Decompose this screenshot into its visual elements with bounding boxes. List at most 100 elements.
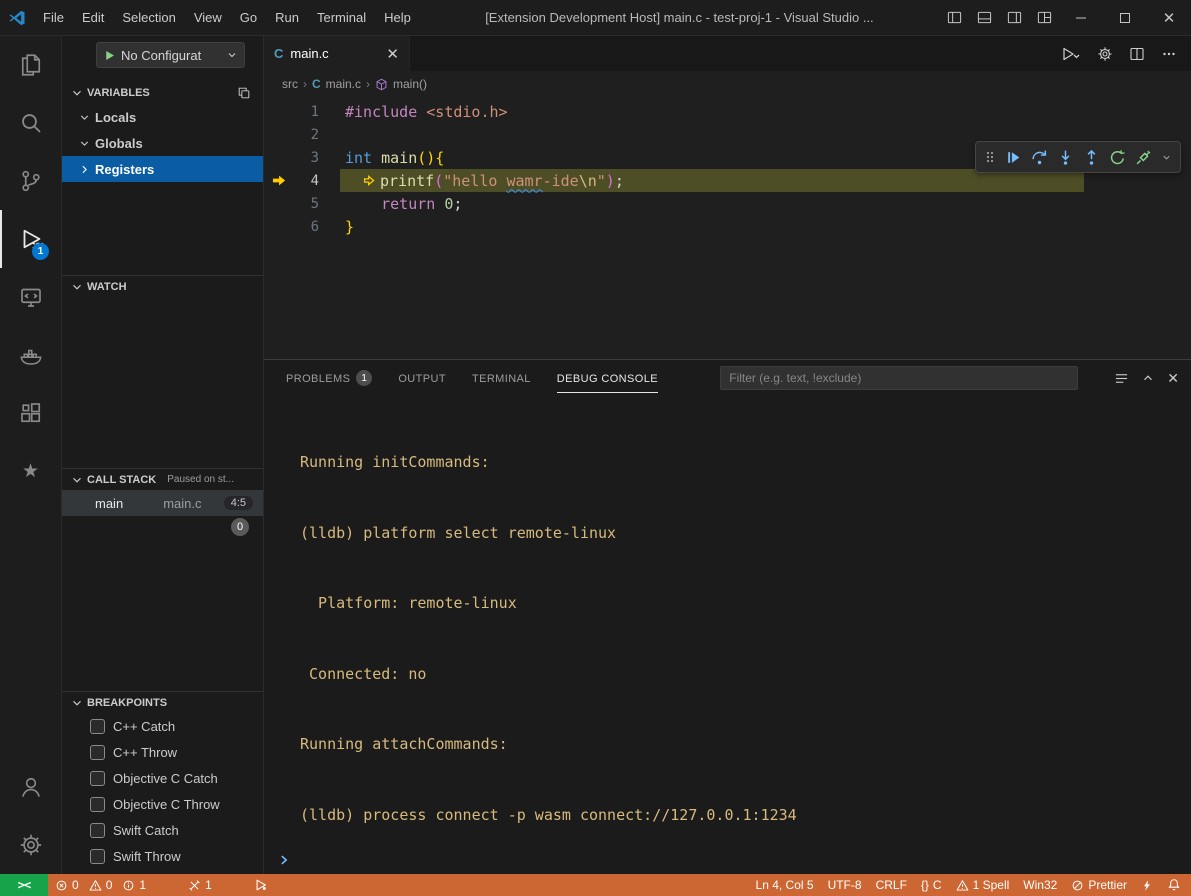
code-line: 1 #include <stdio.h> xyxy=(264,100,1191,123)
toggle-sidebar-icon[interactable] xyxy=(939,3,969,33)
breakpoint-checkbox[interactable] xyxy=(90,771,105,786)
breadcrumb-file[interactable]: main.c xyxy=(326,77,361,91)
toggle-panel-icon[interactable] xyxy=(969,3,999,33)
breakpoints-section-header[interactable]: BREAKPOINTS xyxy=(62,691,263,713)
settings-gear-icon[interactable] xyxy=(0,816,61,874)
inline-breakpoint-icon[interactable] xyxy=(363,174,376,187)
frame-name: main xyxy=(95,496,123,511)
debug-status-icon[interactable] xyxy=(247,874,275,896)
tab-close-icon[interactable]: ✕ xyxy=(386,45,399,63)
tab-main-c[interactable]: C main.c ✕ xyxy=(264,36,410,71)
menu-selection[interactable]: Selection xyxy=(113,6,184,29)
problems-status[interactable]: 0 0 1 xyxy=(48,874,153,896)
close-window-button[interactable]: ✕ xyxy=(1147,0,1191,35)
drag-grip-icon[interactable] xyxy=(984,149,996,165)
variables-scope-registers[interactable]: Registers xyxy=(62,156,263,182)
breakpoint-gutter[interactable]: 6 xyxy=(264,215,345,238)
step-over-icon[interactable] xyxy=(1031,149,1048,166)
breakpoint-label: Objective C Throw xyxy=(113,797,220,812)
breakpoint-checkbox[interactable] xyxy=(90,823,105,838)
menu-edit[interactable]: Edit xyxy=(73,6,113,29)
breakpoint-gutter[interactable]: 1 xyxy=(264,100,345,123)
explorer-icon[interactable] xyxy=(0,36,61,94)
breadcrumb-src[interactable]: src xyxy=(282,77,298,91)
split-editor-icon[interactable] xyxy=(1129,46,1145,62)
collapse-all-icon[interactable] xyxy=(237,86,251,100)
menu-go[interactable]: Go xyxy=(231,6,266,29)
debug-start-icon[interactable] xyxy=(103,49,116,62)
problems-count-badge: 1 xyxy=(356,370,372,386)
favorites-star-icon[interactable]: ★ xyxy=(0,442,61,500)
chevron-down-icon xyxy=(78,111,91,124)
maximize-button[interactable] xyxy=(1103,0,1147,35)
menu-view[interactable]: View xyxy=(185,6,231,29)
feedback-zap-icon[interactable] xyxy=(1134,874,1160,896)
debug-configuration-dropdown[interactable]: No Configurat xyxy=(96,42,245,68)
remote-explorer-icon[interactable] xyxy=(0,268,61,326)
tab-debug-console[interactable]: DEBUG CONSOLE xyxy=(557,360,658,396)
platform-status[interactable]: Win32 xyxy=(1016,874,1064,896)
docker-icon[interactable] xyxy=(0,326,61,384)
warning-icon xyxy=(89,879,102,892)
minimize-button[interactable] xyxy=(1059,0,1103,35)
code-editor[interactable]: 1 #include <stdio.h> 2 3 int main(){ xyxy=(264,97,1191,359)
cursor-position-status[interactable]: Ln 4, Col 5 xyxy=(749,874,821,896)
continue-icon[interactable] xyxy=(1005,149,1022,166)
menu-terminal[interactable]: Terminal xyxy=(308,6,375,29)
prettier-status[interactable]: Prettier xyxy=(1064,874,1134,896)
encoding-status[interactable]: UTF-8 xyxy=(821,874,869,896)
menu-run[interactable]: Run xyxy=(266,6,308,29)
breakpoint-checkbox[interactable] xyxy=(90,849,105,864)
breakpoint-gutter[interactable]: 3 xyxy=(264,146,345,169)
breakpoint-checkbox[interactable] xyxy=(90,797,105,812)
step-into-icon[interactable] xyxy=(1057,149,1074,166)
extensions-icon[interactable] xyxy=(0,384,61,442)
eol-status[interactable]: CRLF xyxy=(869,874,914,896)
c-file-icon: C xyxy=(274,46,283,61)
breakpoint-checkbox[interactable] xyxy=(90,719,105,734)
language-mode-status[interactable]: {} C xyxy=(914,874,949,896)
variables-section-header[interactable]: VARIABLES xyxy=(62,82,263,104)
breakpoint-gutter[interactable]: 4 xyxy=(264,169,345,192)
more-actions-icon[interactable] xyxy=(1161,46,1177,62)
tab-problems[interactable]: PROBLEMS 1 xyxy=(286,360,372,396)
clear-console-icon[interactable] xyxy=(1114,371,1129,386)
console-input-prompt-icon[interactable] xyxy=(277,853,291,867)
gear-icon[interactable] xyxy=(1097,46,1113,62)
close-panel-icon[interactable]: ✕ xyxy=(1167,370,1179,387)
breakpoint-gutter[interactable]: 2 xyxy=(264,123,345,146)
remote-indicator[interactable]: >< xyxy=(0,874,48,896)
callstack-section-header[interactable]: CALL STACK Paused on st... xyxy=(62,468,263,490)
menu-file[interactable]: File xyxy=(34,6,73,29)
chevron-down-icon[interactable] xyxy=(1161,152,1172,163)
breadcrumb-symbol[interactable]: main() xyxy=(393,77,427,91)
source-control-icon[interactable] xyxy=(0,152,61,210)
maximize-panel-icon[interactable] xyxy=(1141,371,1155,385)
notifications-bell-icon[interactable] xyxy=(1160,874,1191,896)
spell-checker-status[interactable]: 1 Spell xyxy=(949,874,1017,896)
disconnect-icon[interactable] xyxy=(1135,149,1152,166)
customize-layout-icon[interactable] xyxy=(1029,3,1059,33)
breakpoint-gutter[interactable]: 5 xyxy=(264,192,345,215)
menu-help[interactable]: Help xyxy=(375,6,420,29)
step-out-icon[interactable] xyxy=(1083,149,1100,166)
breakpoint-checkbox[interactable] xyxy=(90,745,105,760)
variables-scope-locals[interactable]: Locals xyxy=(62,104,263,130)
debug-console-filter-input[interactable] xyxy=(720,366,1078,390)
accounts-icon[interactable] xyxy=(0,758,61,816)
run-and-debug-icon[interactable]: 1 xyxy=(0,210,61,268)
variables-scope-globals[interactable]: Globals xyxy=(62,130,263,156)
callstack-frame-row[interactable]: main main.c 4:5 xyxy=(62,490,263,516)
registers-label: Registers xyxy=(95,162,154,177)
toggle-secondary-sidebar-icon[interactable] xyxy=(999,3,1029,33)
chevron-down-icon xyxy=(70,86,84,100)
current-frame-arrow-icon xyxy=(272,173,287,188)
tab-output[interactable]: OUTPUT xyxy=(398,360,446,396)
tab-terminal[interactable]: TERMINAL xyxy=(472,360,531,396)
restart-icon[interactable] xyxy=(1109,149,1126,166)
run-or-debug-icon[interactable] xyxy=(1061,46,1081,62)
watch-section-header[interactable]: WATCH xyxy=(62,275,263,297)
tools-status[interactable]: 1 xyxy=(181,874,219,896)
search-icon[interactable] xyxy=(0,94,61,152)
vscode-window: File Edit Selection View Go Run Terminal… xyxy=(0,0,1191,896)
